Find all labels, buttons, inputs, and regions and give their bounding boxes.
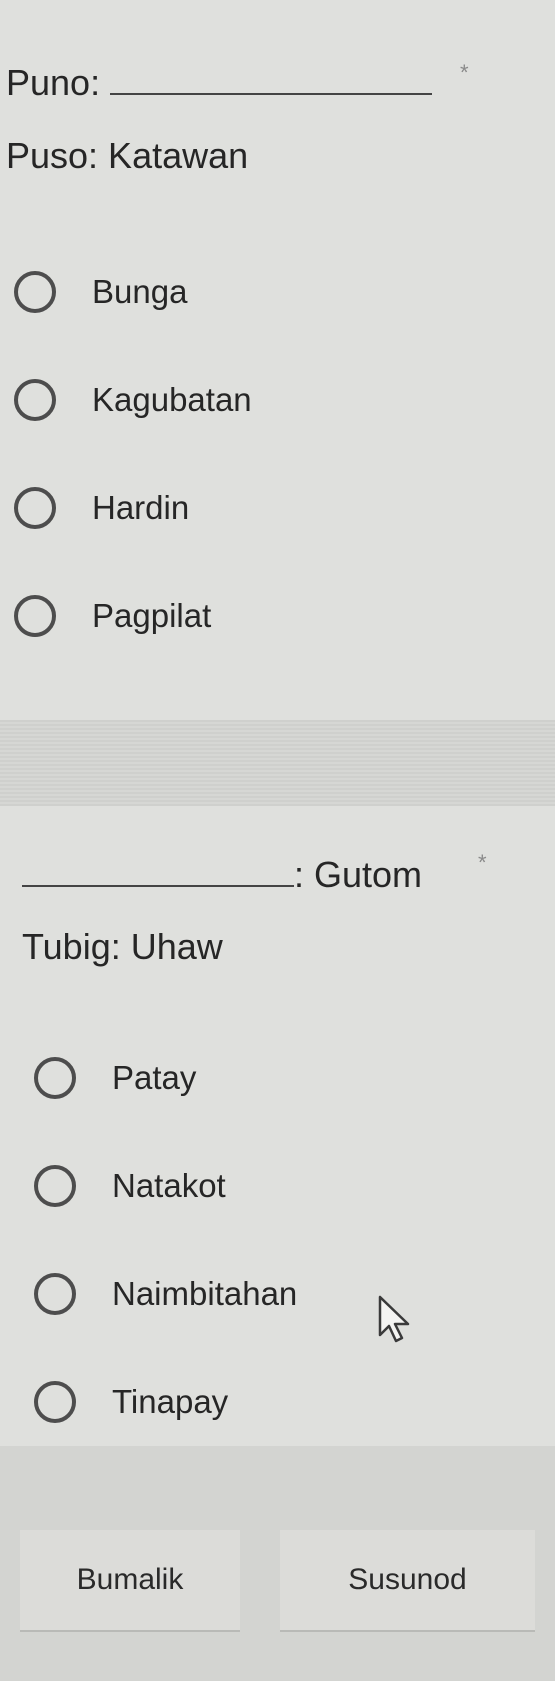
question-title-suffix: : Gutom — [294, 854, 423, 895]
required-asterisk: * — [478, 850, 487, 875]
question-title: Puno: — [6, 62, 433, 104]
next-button[interactable]: Susunod — [280, 1530, 535, 1630]
option-label: Pagpilat — [92, 597, 212, 634]
option-label: Natakot — [112, 1167, 226, 1204]
required-asterisk: * — [460, 60, 469, 85]
radio-unchecked-icon[interactable] — [34, 1165, 76, 1207]
question-title-prefix: Puno: — [6, 62, 111, 103]
option-label: Naimbitahan — [112, 1275, 298, 1312]
option-label: Bunga — [92, 273, 188, 310]
question-card-2: : Gutom * Tubig: Uhaw Patay Natakot Naim… — [0, 806, 555, 1446]
answer-blank — [110, 93, 433, 95]
option-natakot[interactable]: Natakot — [34, 1156, 226, 1216]
answer-blank — [22, 885, 294, 887]
radio-unchecked-icon[interactable] — [34, 1273, 76, 1315]
option-kagubatan[interactable]: Kagubatan — [14, 370, 252, 430]
radio-unchecked-icon[interactable] — [34, 1057, 76, 1099]
radio-unchecked-icon[interactable] — [14, 271, 56, 313]
option-pagpilat[interactable]: Pagpilat — [14, 586, 211, 646]
question-title: : Gutom — [22, 854, 422, 896]
option-tinapay[interactable]: Tinapay — [34, 1372, 228, 1432]
radio-unchecked-icon[interactable] — [14, 487, 56, 529]
option-label: Hardin — [92, 489, 190, 526]
option-hardin[interactable]: Hardin — [14, 478, 189, 538]
option-label: Kagubatan — [92, 381, 252, 418]
option-patay[interactable]: Patay — [34, 1048, 196, 1108]
option-label: Tinapay — [112, 1383, 229, 1420]
option-bunga[interactable]: Bunga — [14, 262, 187, 322]
option-naimbitahan[interactable]: Naimbitahan — [34, 1264, 297, 1324]
question-card-1: Puno: * Puso: Katawan Bunga Kagubatan Ha… — [0, 0, 555, 720]
question-subtitle: Tubig: Uhaw — [22, 926, 223, 967]
section-divider — [0, 720, 555, 806]
question-subtitle: Puso: Katawan — [6, 135, 249, 176]
back-button[interactable]: Bumalik — [20, 1530, 240, 1630]
radio-unchecked-icon[interactable] — [14, 379, 56, 421]
radio-unchecked-icon[interactable] — [14, 595, 56, 637]
option-label: Patay — [112, 1059, 197, 1096]
radio-unchecked-icon[interactable] — [34, 1381, 76, 1423]
mouse-pointer-icon — [378, 1295, 410, 1343]
